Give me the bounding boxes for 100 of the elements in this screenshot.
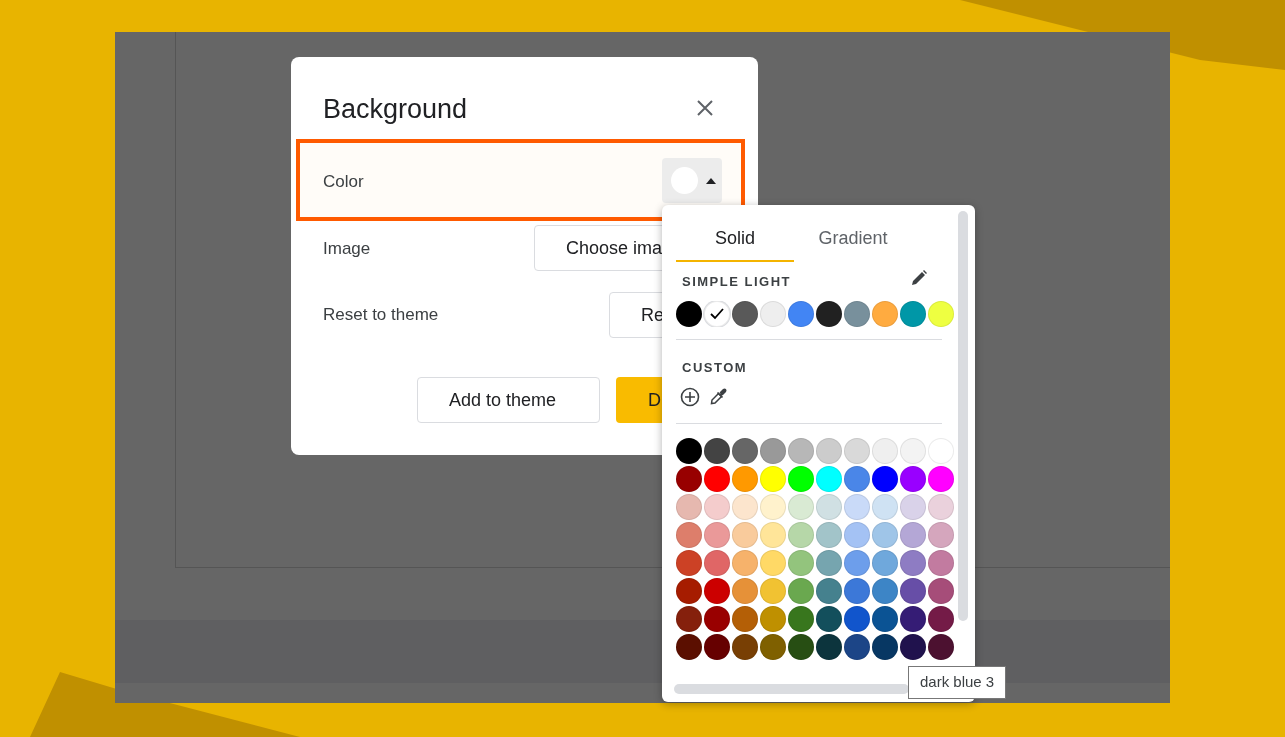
color-swatch[interactable] (816, 550, 842, 576)
color-swatch[interactable] (928, 606, 954, 632)
color-swatch[interactable] (900, 550, 926, 576)
theme-color-swatch[interactable] (928, 301, 954, 327)
add-to-theme-button[interactable]: Add to theme (417, 377, 600, 423)
color-swatch[interactable] (844, 522, 870, 548)
color-swatch[interactable] (844, 466, 870, 492)
vertical-scrollbar[interactable] (958, 211, 968, 621)
color-swatch[interactable] (844, 578, 870, 604)
theme-color-swatch[interactable] (900, 301, 926, 327)
color-swatch[interactable] (704, 494, 730, 520)
color-swatch[interactable] (704, 634, 730, 660)
color-swatch[interactable] (900, 606, 926, 632)
color-swatch[interactable] (816, 466, 842, 492)
color-swatch[interactable] (928, 466, 954, 492)
color-swatch[interactable] (676, 494, 702, 520)
color-swatch[interactable] (732, 606, 758, 632)
theme-color-swatch[interactable] (704, 301, 730, 327)
color-swatch[interactable] (704, 438, 730, 464)
color-swatch[interactable] (732, 438, 758, 464)
color-swatch[interactable] (732, 522, 758, 548)
color-swatch[interactable] (928, 522, 954, 548)
theme-color-swatch[interactable] (872, 301, 898, 327)
theme-color-swatch[interactable] (676, 301, 702, 327)
color-swatch[interactable] (676, 634, 702, 660)
color-swatch[interactable] (872, 578, 898, 604)
color-swatch[interactable] (704, 606, 730, 632)
color-swatch[interactable] (900, 466, 926, 492)
color-swatch[interactable] (704, 578, 730, 604)
color-swatch[interactable] (676, 522, 702, 548)
color-swatch[interactable] (900, 634, 926, 660)
color-swatch[interactable] (732, 578, 758, 604)
color-swatch[interactable] (928, 550, 954, 576)
color-swatch[interactable] (872, 606, 898, 632)
color-swatch[interactable] (788, 606, 814, 632)
color-swatch[interactable] (872, 438, 898, 464)
color-swatch[interactable] (900, 522, 926, 548)
color-swatch[interactable] (788, 550, 814, 576)
theme-color-swatch[interactable] (816, 301, 842, 327)
color-swatch[interactable] (788, 578, 814, 604)
color-swatch[interactable] (928, 578, 954, 604)
color-swatch[interactable] (732, 550, 758, 576)
color-swatch[interactable] (760, 578, 786, 604)
color-swatch[interactable] (760, 466, 786, 492)
theme-color-swatch[interactable] (788, 301, 814, 327)
color-swatch[interactable] (732, 494, 758, 520)
color-swatch[interactable] (788, 634, 814, 660)
color-swatch[interactable] (732, 634, 758, 660)
horizontal-scrollbar[interactable] (674, 684, 909, 694)
color-swatch[interactable] (676, 606, 702, 632)
color-swatch[interactable] (844, 634, 870, 660)
color-swatch[interactable] (900, 578, 926, 604)
color-swatch[interactable] (760, 550, 786, 576)
color-swatch[interactable] (760, 438, 786, 464)
color-dropdown[interactable] (662, 158, 722, 203)
color-swatch[interactable] (900, 438, 926, 464)
color-swatch[interactable] (816, 634, 842, 660)
color-swatch[interactable] (760, 634, 786, 660)
color-swatch[interactable] (872, 550, 898, 576)
color-mode-tab[interactable]: Solid (676, 225, 794, 262)
color-mode-tab[interactable]: Gradient (794, 225, 912, 262)
color-swatch[interactable] (676, 438, 702, 464)
color-swatch[interactable] (704, 466, 730, 492)
theme-color-swatch[interactable] (844, 301, 870, 327)
color-swatch[interactable] (928, 494, 954, 520)
color-swatch[interactable] (788, 438, 814, 464)
color-swatch[interactable] (676, 466, 702, 492)
color-swatch[interactable] (872, 494, 898, 520)
theme-color-swatch[interactable] (760, 301, 786, 327)
add-circle-icon[interactable] (680, 387, 700, 407)
color-swatch[interactable] (816, 494, 842, 520)
eyedropper-icon[interactable] (708, 387, 728, 407)
color-swatch[interactable] (872, 466, 898, 492)
color-swatch[interactable] (816, 522, 842, 548)
color-swatch[interactable] (676, 578, 702, 604)
color-swatch[interactable] (816, 606, 842, 632)
theme-name: SIMPLE LIGHT (682, 273, 791, 291)
color-swatch[interactable] (760, 522, 786, 548)
color-swatch[interactable] (788, 466, 814, 492)
color-swatch[interactable] (704, 550, 730, 576)
color-swatch[interactable] (844, 550, 870, 576)
color-swatch[interactable] (732, 466, 758, 492)
color-swatch[interactable] (816, 438, 842, 464)
color-swatch[interactable] (760, 494, 786, 520)
color-swatch[interactable] (844, 606, 870, 632)
pencil-icon[interactable] (910, 269, 928, 287)
color-swatch[interactable] (872, 522, 898, 548)
color-swatch[interactable] (676, 550, 702, 576)
color-swatch[interactable] (844, 494, 870, 520)
color-swatch[interactable] (760, 606, 786, 632)
color-swatch[interactable] (788, 522, 814, 548)
color-swatch[interactable] (844, 438, 870, 464)
color-swatch[interactable] (816, 578, 842, 604)
color-swatch[interactable] (872, 634, 898, 660)
color-swatch[interactable] (788, 494, 814, 520)
theme-color-swatch[interactable] (732, 301, 758, 327)
custom-heading: CUSTOM (682, 359, 748, 377)
color-swatch[interactable] (704, 522, 730, 548)
color-swatch[interactable] (900, 494, 926, 520)
color-swatch[interactable] (928, 634, 954, 660)
